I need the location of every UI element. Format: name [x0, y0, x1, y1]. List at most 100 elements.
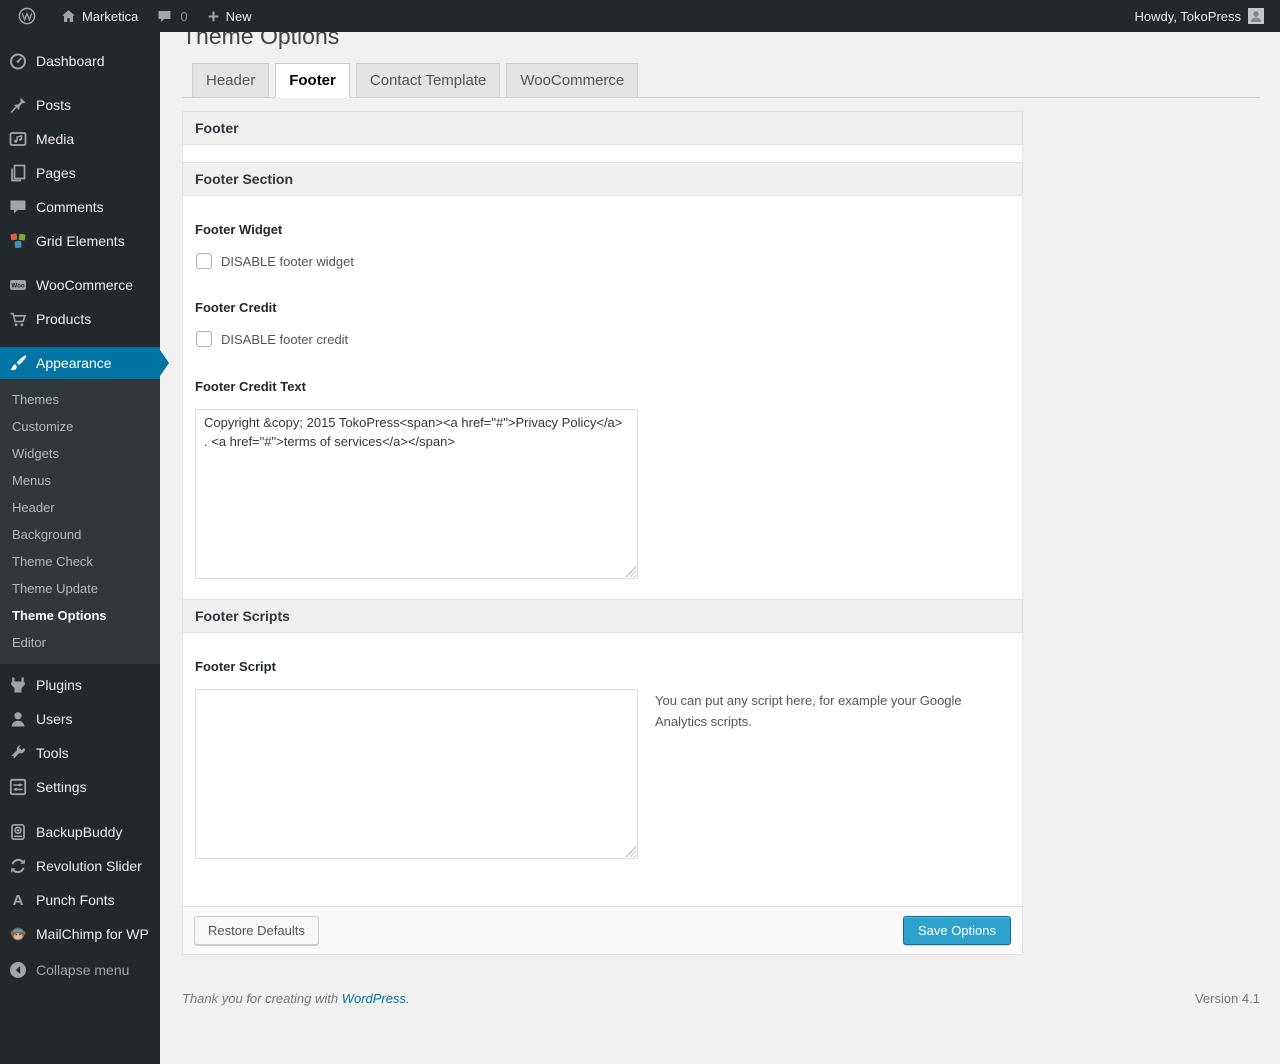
- sidebar-item-appearance[interactable]: Appearance: [0, 347, 169, 379]
- account-menu[interactable]: Howdy, TokoPress: [1133, 8, 1266, 24]
- grid-elements-icon: [8, 231, 28, 251]
- sidebar-item-label: Comments: [36, 199, 104, 215]
- sidebar-item-label: MailChimp for WP: [36, 926, 149, 942]
- submenu-item-theme-options[interactable]: Theme Options: [0, 602, 160, 629]
- backupbuddy-icon: [8, 822, 28, 842]
- wordpress-logo-menu[interactable]: [8, 0, 51, 32]
- letter-a-icon: A: [12, 891, 24, 909]
- tab-woocommerce[interactable]: WooCommerce: [506, 63, 639, 98]
- sidebar-item-label: Revolution Slider: [36, 858, 142, 874]
- disable-footer-credit-label[interactable]: DISABLE footer credit: [221, 332, 348, 347]
- comments-menu[interactable]: 0: [147, 0, 196, 32]
- tab-header[interactable]: Header: [192, 63, 270, 98]
- restore-defaults-button[interactable]: Restore Defaults: [194, 916, 319, 945]
- footer-version: Version 4.1: [1194, 991, 1260, 1006]
- menu-separator: [0, 258, 160, 268]
- disable-footer-widget-label[interactable]: DISABLE footer widget: [221, 254, 354, 269]
- pages-icon: [8, 163, 28, 183]
- footer-box-title: Footer: [195, 120, 239, 136]
- submenu-item-customize[interactable]: Customize: [0, 413, 160, 440]
- wrench-icon: [8, 743, 28, 763]
- sidebar-item-comments[interactable]: Comments: [0, 190, 160, 224]
- sidebar-item-tools[interactable]: Tools: [0, 736, 160, 770]
- submenu-item-theme-check[interactable]: Theme Check: [0, 548, 160, 575]
- user-icon: [8, 709, 28, 729]
- new-content-menu[interactable]: New: [197, 0, 261, 32]
- sidebar-item-revolution-slider[interactable]: Revolution Slider: [0, 849, 160, 883]
- disable-footer-widget-checkbox[interactable]: [196, 253, 212, 269]
- submenu-item-menus[interactable]: Menus: [0, 467, 160, 494]
- footer-script-helper-text: You can put any script here, for example…: [655, 693, 962, 729]
- tab-contact-template[interactable]: Contact Template: [355, 63, 501, 98]
- footer-thanks-period: .: [406, 991, 410, 1006]
- tab-footer[interactable]: Footer: [275, 63, 350, 98]
- sidebar-item-label: BackupBuddy: [36, 824, 123, 840]
- submenu-item-header[interactable]: Header: [0, 494, 160, 521]
- footer-credit-textarea-wrap: Copyright &copy; 2015 TokoPress<span><a …: [195, 409, 638, 579]
- sidebar-item-punch-fonts[interactable]: A Punch Fonts: [0, 883, 160, 917]
- sidebar-item-dashboard[interactable]: Dashboard: [0, 44, 160, 78]
- sidebar-item-mailchimp[interactable]: MailChimp for WP: [0, 917, 160, 951]
- footer-box-header: Footer: [182, 111, 1023, 145]
- menu-separator: [0, 336, 160, 347]
- admin-footer: Thank you for creating with WordPress. V…: [182, 991, 1260, 1006]
- home-icon: [60, 8, 77, 25]
- sidebar-item-pages[interactable]: Pages: [0, 156, 160, 190]
- howdy-text: Howdy, TokoPress: [1134, 8, 1241, 24]
- sidebar-item-media[interactable]: Media: [0, 122, 160, 156]
- site-name-menu[interactable]: Marketica: [51, 0, 147, 32]
- site-name: Marketica: [82, 8, 139, 24]
- disable-footer-credit-checkbox[interactable]: [196, 331, 212, 347]
- woocommerce-icon: Woo: [8, 275, 28, 295]
- footer-credit-textarea[interactable]: Copyright &copy; 2015 TokoPress<span><a …: [195, 409, 638, 579]
- footer-section-title: Footer Section: [195, 171, 294, 187]
- footer-thanks: Thank you for creating with WordPress.: [182, 991, 410, 1006]
- avatar: [1248, 8, 1264, 24]
- sidebar-item-settings[interactable]: Settings: [0, 770, 160, 804]
- footer-box-body: [182, 145, 1023, 162]
- sidebar-item-label: Collapse menu: [36, 962, 130, 978]
- sidebar-item-plugins[interactable]: Plugins: [0, 668, 160, 702]
- sidebar-item-label: Pages: [36, 165, 76, 181]
- menu-separator: [0, 804, 160, 815]
- sidebar-item-posts[interactable]: Posts: [0, 88, 160, 122]
- footer-section-header: Footer Section: [182, 162, 1023, 196]
- tab-bar: Header Footer Contact Template WooCommer…: [182, 63, 1260, 98]
- plugin-icon: [8, 675, 28, 695]
- sidebar-item-label: Settings: [36, 779, 87, 795]
- collapse-menu-button[interactable]: Collapse menu: [0, 953, 160, 987]
- wordpress-link[interactable]: WordPress: [342, 991, 406, 1006]
- appearance-brush-icon: [8, 353, 28, 373]
- mailchimp-icon: [8, 924, 28, 944]
- sidebar-item-products[interactable]: Products: [0, 302, 160, 336]
- footer-scripts-body: Footer Script You can put any script her…: [182, 633, 1023, 906]
- footer-script-textarea[interactable]: [195, 689, 638, 859]
- comment-bubble-icon: [156, 8, 173, 25]
- sidebar-item-grid-elements[interactable]: Grid Elements: [0, 224, 160, 258]
- submenu-item-widgets[interactable]: Widgets: [0, 440, 160, 467]
- sidebar-item-woocommerce[interactable]: Woo WooCommerce: [0, 268, 160, 302]
- sidebar-item-users[interactable]: Users: [0, 702, 160, 736]
- footer-script-row: You can put any script here, for example…: [195, 674, 1010, 859]
- footer-section-body: Footer Widget DISABLE footer widget Foot…: [182, 196, 1023, 599]
- sidebar-item-label: Grid Elements: [36, 233, 125, 249]
- svg-text:Woo: Woo: [11, 283, 25, 290]
- dashboard-icon: [8, 51, 28, 71]
- wordpress-logo-icon: [17, 6, 37, 26]
- plus-icon: [206, 9, 221, 24]
- sidebar-item-backupbuddy[interactable]: BackupBuddy: [0, 815, 160, 849]
- submenu-item-background[interactable]: Background: [0, 521, 160, 548]
- comment-icon: [8, 197, 28, 217]
- submenu-item-editor[interactable]: Editor: [0, 629, 160, 656]
- sidebar-item-label: WooCommerce: [36, 277, 133, 293]
- settings-icon: [8, 777, 28, 797]
- sidebar-item-label: Media: [36, 131, 75, 147]
- new-label: New: [225, 8, 252, 24]
- footer-credit-label: Footer Credit: [195, 300, 277, 315]
- submenu-item-theme-update[interactable]: Theme Update: [0, 575, 160, 602]
- footer-scripts-title: Footer Scripts: [195, 608, 290, 624]
- save-options-button[interactable]: Save Options: [902, 916, 1011, 945]
- appearance-submenu: Themes Customize Widgets Menus Header Ba…: [0, 379, 160, 664]
- sidebar-item-label: Appearance: [36, 355, 112, 371]
- submenu-item-themes[interactable]: Themes: [0, 386, 160, 413]
